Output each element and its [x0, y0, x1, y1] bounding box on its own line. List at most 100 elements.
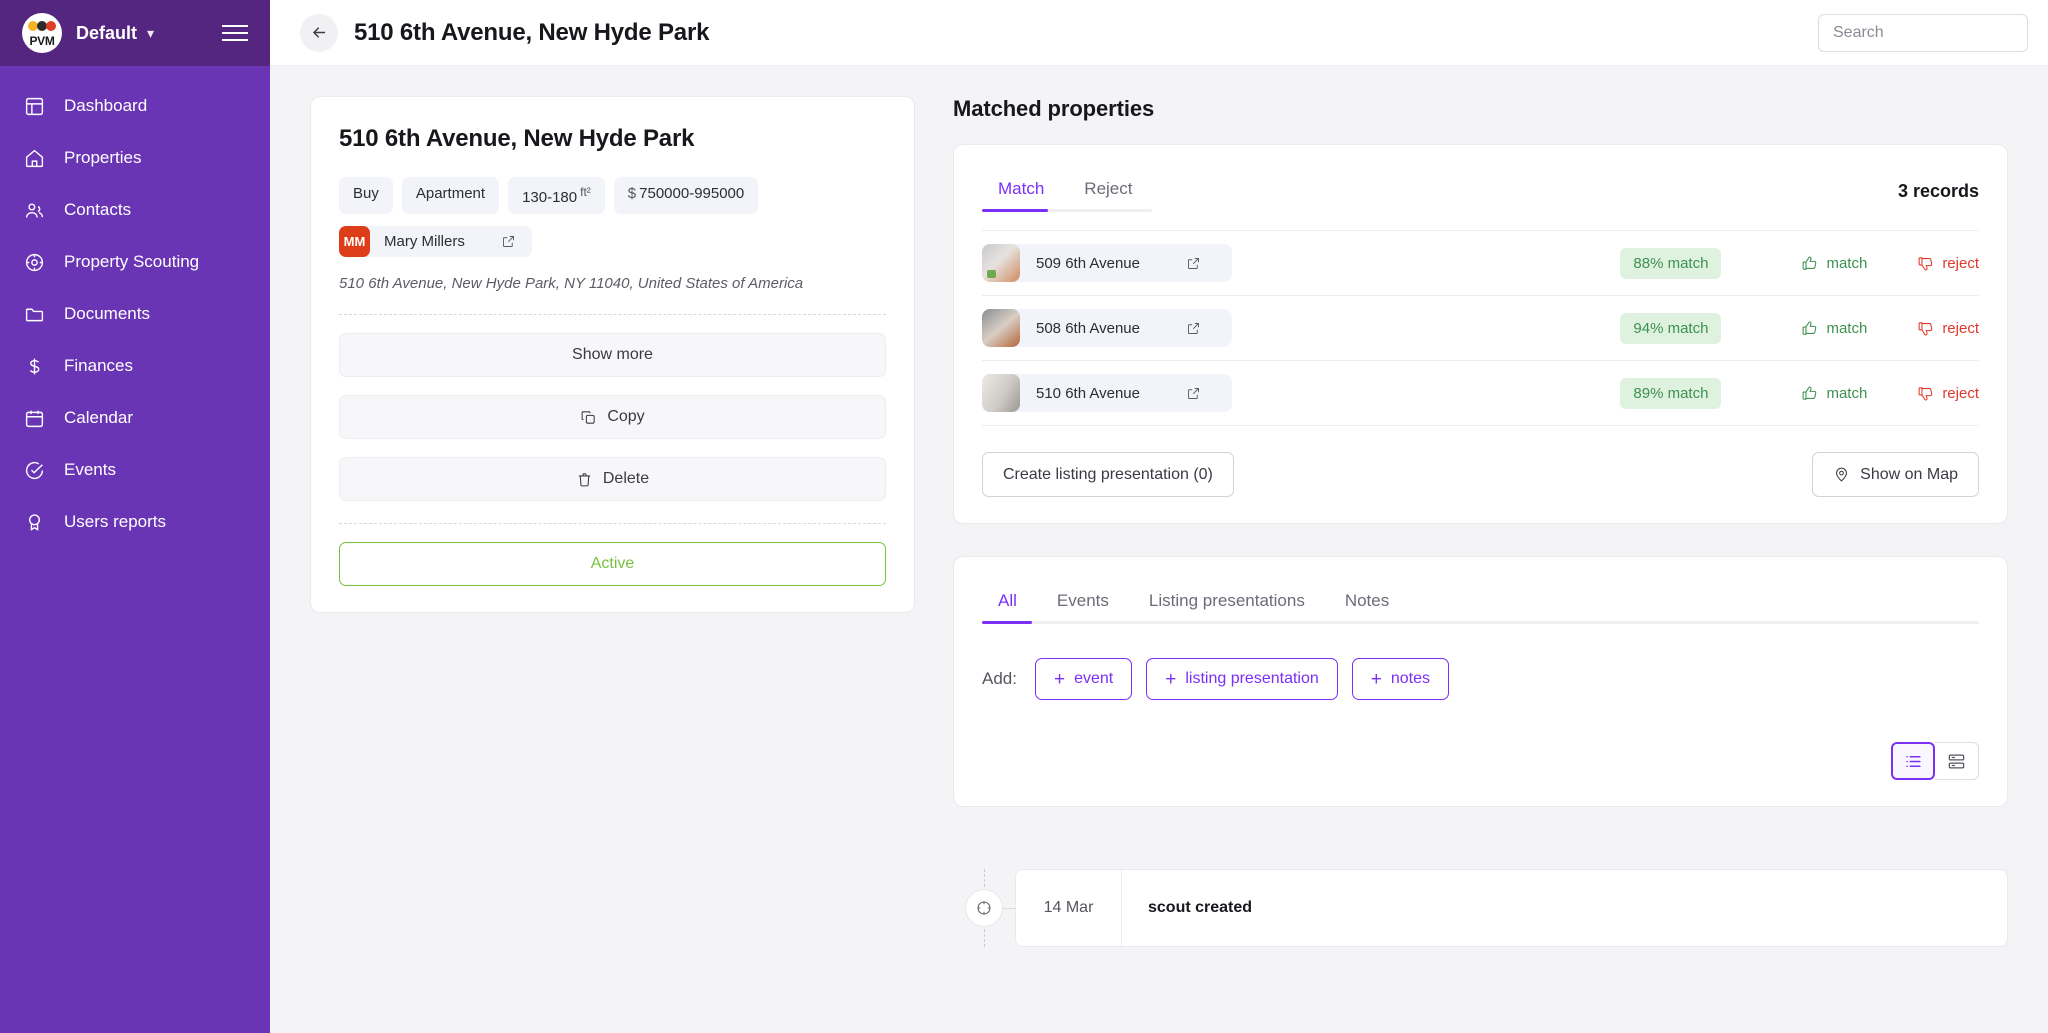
show-more-label: Show more: [572, 346, 653, 364]
sidebar-item-property-scouting[interactable]: Property Scouting: [0, 236, 270, 288]
copy-icon: [580, 409, 597, 426]
tab-events[interactable]: Events: [1041, 581, 1125, 623]
match-action-button[interactable]: match: [1801, 320, 1867, 337]
sidebar-nav: Dashboard Properties Contacts Property S…: [0, 66, 270, 548]
tab-match[interactable]: Match: [982, 169, 1060, 211]
topbar: 510 6th Avenue, New Hyde Park: [270, 0, 2048, 66]
sidebar-item-documents[interactable]: Documents: [0, 288, 270, 340]
match-action-button[interactable]: match: [1801, 255, 1867, 272]
external-link-icon[interactable]: [1186, 321, 1201, 336]
records-count: 3 records: [1898, 169, 1979, 202]
sidebar-item-label: Property Scouting: [64, 252, 199, 272]
reject-action-button[interactable]: reject: [1917, 385, 1979, 402]
tab-all[interactable]: All: [982, 581, 1033, 623]
trash-icon: [576, 471, 593, 488]
property-detail-card: 510 6th Avenue, New Hyde Park Buy Apartm…: [310, 96, 915, 613]
copy-button[interactable]: Copy: [339, 395, 886, 439]
status-badge[interactable]: Active: [339, 542, 886, 586]
external-link-icon[interactable]: [501, 234, 516, 249]
sidebar-item-label: Properties: [64, 148, 141, 168]
tab-reject[interactable]: Reject: [1068, 169, 1148, 211]
reject-action-button[interactable]: reject: [1917, 320, 1979, 337]
matched-property-name: 508 6th Avenue: [1036, 320, 1140, 337]
property-chips: Buy Apartment 130-180ft² $750000-995000: [339, 177, 886, 214]
sidebar-item-properties[interactable]: Properties: [0, 132, 270, 184]
timeline-node: [965, 889, 1003, 927]
reject-action-button[interactable]: reject: [1917, 255, 1979, 272]
thumbs-up-icon: [1801, 255, 1818, 272]
sidebar-item-users-reports[interactable]: Users reports: [0, 496, 270, 548]
sidebar-item-finances[interactable]: Finances: [0, 340, 270, 392]
home-icon: [22, 146, 46, 170]
add-event-button[interactable]: + event: [1035, 658, 1132, 700]
sidebar-item-label: Users reports: [64, 512, 166, 532]
sidebar-item-label: Finances: [64, 356, 133, 376]
owner-name: Mary Millers: [384, 233, 465, 250]
add-actions-row: Add: + event + listing presentation + no…: [982, 658, 1979, 700]
page-title: 510 6th Avenue, New Hyde Park: [354, 19, 709, 47]
row-actions: match reject: [1801, 255, 1979, 272]
matched-property-link[interactable]: 509 6th Avenue: [982, 244, 1232, 282]
logo-text: PVM: [22, 34, 62, 48]
owner-chip[interactable]: MM Mary Millers: [339, 226, 532, 257]
card-view-toggle[interactable]: [1935, 742, 1979, 780]
match-action-button[interactable]: match: [1801, 385, 1867, 402]
award-icon: [22, 510, 46, 534]
thumbs-down-icon: [1917, 255, 1934, 272]
timeline-entry[interactable]: 14 Mar scout created: [1015, 869, 2008, 947]
show-more-button[interactable]: Show more: [339, 333, 886, 377]
people-icon: [22, 198, 46, 222]
chip-deal-type: Buy: [339, 177, 393, 214]
match-percentage-badge: 89% match: [1620, 378, 1721, 409]
property-thumbnail: [982, 244, 1020, 282]
currency-symbol: $: [628, 185, 636, 202]
create-listing-presentation-button[interactable]: Create listing presentation (0): [982, 452, 1234, 497]
hamburger-menu-icon[interactable]: [222, 25, 248, 41]
match-percentage-badge: 94% match: [1620, 313, 1721, 344]
show-on-map-button[interactable]: Show on Map: [1812, 452, 1979, 497]
matched-property-name: 509 6th Avenue: [1036, 255, 1140, 272]
table-row: 508 6th Avenue 94% match match: [982, 295, 1979, 360]
main-area: 510 6th Avenue, New Hyde Park 510 6th Av…: [270, 0, 2048, 1033]
matched-section-title: Matched properties: [953, 96, 2008, 122]
external-link-icon[interactable]: [1186, 386, 1201, 401]
org-name[interactable]: Default: [76, 23, 137, 44]
matched-properties-card: Match Reject 3 records: [953, 144, 2008, 524]
delete-label: Delete: [603, 470, 649, 488]
chevron-down-icon[interactable]: ▾: [147, 25, 154, 42]
logo-dot-red: [46, 21, 56, 31]
add-listing-presentation-button[interactable]: + listing presentation: [1146, 658, 1338, 700]
chip-area: 130-180ft²: [508, 177, 605, 214]
check-circle-icon: [22, 458, 46, 482]
sidebar-header: PVM Default ▾: [0, 0, 270, 66]
sidebar-item-calendar[interactable]: Calendar: [0, 392, 270, 444]
sidebar-item-events[interactable]: Events: [0, 444, 270, 496]
property-address: 510 6th Avenue, New Hyde Park, NY 11040,…: [339, 275, 886, 292]
chip-property-type: Apartment: [402, 177, 499, 214]
matched-property-link[interactable]: 510 6th Avenue: [982, 374, 1232, 412]
sidebar-item-dashboard[interactable]: Dashboard: [0, 80, 270, 132]
sidebar-item-contacts[interactable]: Contacts: [0, 184, 270, 236]
delete-button[interactable]: Delete: [339, 457, 886, 501]
sidebar-item-label: Events: [64, 460, 116, 480]
search-input[interactable]: [1818, 14, 2028, 52]
activity-tabs: All Events Listing presentations Notes: [982, 581, 1979, 623]
tab-listing-presentations[interactable]: Listing presentations: [1133, 581, 1321, 623]
external-link-icon[interactable]: [1186, 256, 1201, 271]
list-view-toggle[interactable]: [1891, 742, 1935, 780]
target-icon: [975, 899, 993, 917]
divider: [339, 523, 886, 524]
plus-icon: +: [1054, 670, 1065, 689]
target-icon: [22, 250, 46, 274]
tab-notes[interactable]: Notes: [1329, 581, 1405, 623]
matched-property-link[interactable]: 508 6th Avenue: [982, 309, 1232, 347]
copy-label: Copy: [607, 408, 644, 426]
content-area: 510 6th Avenue, New Hyde Park Buy Apartm…: [270, 66, 2048, 1033]
property-thumbnail: [982, 309, 1020, 347]
left-column: 510 6th Avenue, New Hyde Park Buy Apartm…: [310, 96, 915, 1033]
thumbs-down-icon: [1917, 385, 1934, 402]
add-notes-button[interactable]: + notes: [1352, 658, 1449, 700]
back-button[interactable]: [300, 14, 338, 52]
table-row: 510 6th Avenue 89% match match: [982, 360, 1979, 425]
row-actions: match reject: [1801, 320, 1979, 337]
